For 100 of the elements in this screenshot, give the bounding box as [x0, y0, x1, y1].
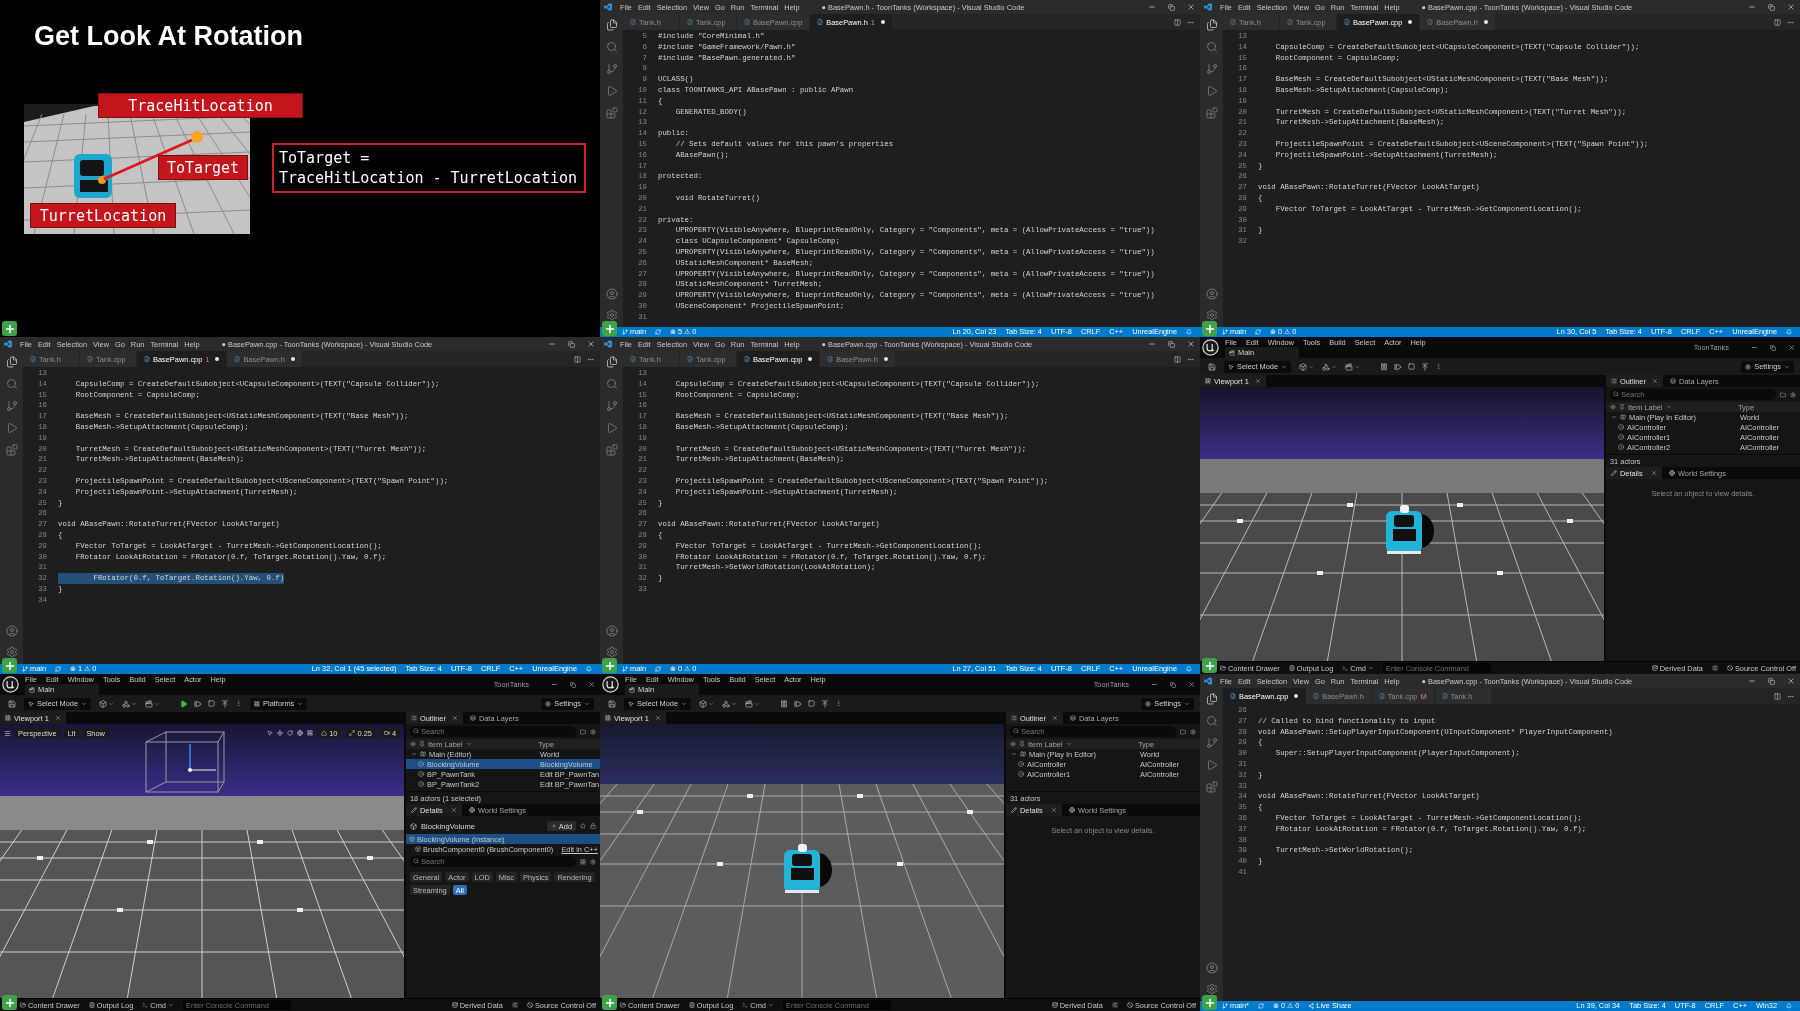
minimize-icon[interactable]: [1751, 344, 1758, 351]
split-editor-icon[interactable]: [574, 355, 581, 363]
minimize-icon[interactable]: [1148, 340, 1156, 348]
clapperboard-icon[interactable]: [1345, 362, 1354, 371]
close-icon[interactable]: [587, 340, 595, 348]
arrow-up-icon[interactable]: [221, 699, 230, 708]
viewport[interactable]: [600, 724, 1004, 998]
pause-icon[interactable]: [1380, 362, 1389, 371]
restore-icon[interactable]: [1768, 3, 1775, 11]
close-icon[interactable]: [654, 715, 661, 721]
close-icon[interactable]: [451, 807, 457, 813]
settings-icon[interactable]: [590, 728, 596, 735]
caret-icon[interactable]: [1011, 751, 1017, 757]
minimize-icon[interactable]: [551, 681, 558, 688]
globe-icon[interactable]: [297, 730, 304, 736]
files-icon[interactable]: [1205, 693, 1218, 705]
restore-icon[interactable]: [1168, 340, 1175, 348]
caret-icon[interactable]: [411, 751, 417, 757]
blocks-icon[interactable]: [1205, 781, 1218, 793]
sync-icon[interactable]: [1257, 1003, 1264, 1009]
sort-caret-icon[interactable]: [1065, 741, 1072, 747]
close-icon[interactable]: [1051, 807, 1057, 813]
close-icon[interactable]: [1788, 344, 1795, 351]
eye-icon[interactable]: [1010, 741, 1016, 747]
minimize-icon[interactable]: [548, 340, 556, 348]
close-icon[interactable]: [1787, 3, 1795, 11]
menu-icon[interactable]: [4, 729, 11, 737]
sliders-icon[interactable]: [1111, 1002, 1118, 1008]
account-icon[interactable]: [605, 625, 618, 637]
shapes-icon[interactable]: [1322, 362, 1331, 371]
settings-icon[interactable]: [1790, 391, 1796, 398]
files-icon[interactable]: [5, 356, 18, 368]
play-icon[interactable]: [180, 699, 189, 708]
restore-icon[interactable]: [568, 340, 575, 348]
settings-icon[interactable]: [605, 309, 618, 321]
arrow-up-icon[interactable]: [821, 699, 830, 708]
pin-icon[interactable]: [419, 741, 425, 747]
search-icon[interactable]: [1205, 41, 1218, 53]
lock-icon[interactable]: [590, 823, 596, 829]
files-icon[interactable]: [605, 356, 618, 368]
minimize-icon[interactable]: [1151, 681, 1158, 688]
settings-icon[interactable]: [590, 858, 596, 865]
blocks-icon[interactable]: [605, 107, 618, 119]
minimize-icon[interactable]: [1748, 677, 1756, 685]
restore-icon[interactable]: [1170, 681, 1176, 688]
branch-icon[interactable]: [605, 63, 618, 75]
move-icon[interactable]: [277, 730, 284, 736]
save-icon[interactable]: [8, 699, 16, 708]
close-icon[interactable]: [1188, 681, 1195, 688]
eye-icon[interactable]: [410, 741, 416, 747]
bell-icon[interactable]: [1786, 1003, 1792, 1009]
close-icon[interactable]: [451, 715, 458, 721]
restore-icon[interactable]: [570, 681, 576, 688]
pointer-icon[interactable]: [267, 730, 274, 736]
close-icon[interactable]: [1651, 378, 1658, 384]
split-editor-icon[interactable]: [1174, 355, 1181, 363]
cube-icon[interactable]: [99, 699, 108, 708]
account-icon[interactable]: [605, 288, 618, 300]
sliders-icon[interactable]: [1711, 665, 1718, 671]
close-icon[interactable]: [1187, 3, 1195, 11]
restore-icon[interactable]: [1770, 344, 1776, 351]
branch-icon[interactable]: [5, 400, 18, 412]
close-icon[interactable]: [588, 681, 595, 688]
blocks-icon[interactable]: [5, 444, 18, 456]
account-icon[interactable]: [5, 625, 18, 637]
files-icon[interactable]: [605, 19, 618, 31]
search-icon[interactable]: [605, 41, 618, 53]
branch-icon[interactable]: [1205, 63, 1218, 75]
folder-icon[interactable]: [1180, 728, 1186, 735]
pause-icon[interactable]: [780, 699, 789, 708]
close-icon[interactable]: [1787, 677, 1795, 685]
grid-icon[interactable]: [307, 730, 314, 736]
sync-icon[interactable]: [55, 666, 62, 672]
caret-icon[interactable]: [1611, 414, 1617, 420]
minimize-icon[interactable]: [1748, 3, 1756, 11]
shapes-icon[interactable]: [722, 699, 731, 708]
stop-icon[interactable]: [208, 700, 216, 707]
bell-icon[interactable]: [1186, 329, 1192, 335]
branch-icon[interactable]: [1205, 737, 1218, 749]
star-icon[interactable]: [580, 823, 586, 829]
split-editor-icon[interactable]: [1774, 18, 1781, 26]
folder-icon[interactable]: [580, 728, 586, 735]
blocks-icon[interactable]: [605, 444, 618, 456]
sliders-icon[interactable]: [511, 1002, 518, 1008]
search-icon[interactable]: [5, 378, 18, 390]
split-editor-icon[interactable]: [1174, 18, 1181, 26]
minimize-icon[interactable]: [1148, 3, 1156, 11]
save-icon[interactable]: [1208, 362, 1216, 371]
settings-icon[interactable]: [1190, 728, 1196, 735]
restore-icon[interactable]: [1768, 677, 1775, 685]
step-icon[interactable]: [1394, 362, 1403, 371]
folder-icon[interactable]: [1780, 391, 1786, 398]
branch-icon[interactable]: [605, 400, 618, 412]
pin-icon[interactable]: [1619, 404, 1625, 410]
rotate-icon[interactable]: [287, 730, 294, 736]
save-icon[interactable]: [608, 699, 616, 708]
bell-icon[interactable]: [1186, 666, 1192, 672]
bell-icon[interactable]: [586, 666, 592, 672]
stop-icon[interactable]: [808, 700, 816, 707]
cube-icon[interactable]: [699, 699, 708, 708]
